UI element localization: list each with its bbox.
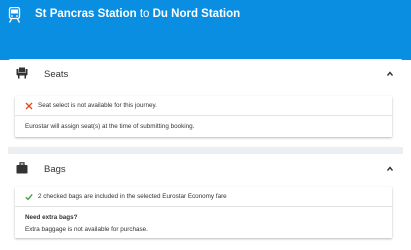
train-icon bbox=[8, 7, 21, 23]
seats-note: Eurostar will assign seat(s) at the time… bbox=[25, 123, 195, 130]
extra-bags-note: Extra baggage is not available for purch… bbox=[25, 226, 148, 233]
bags-title: Bags bbox=[44, 164, 66, 175]
destination-station: Du Nord Station bbox=[152, 8, 241, 20]
seats-status-text: Seat select is not available for this jo… bbox=[38, 102, 157, 109]
bags-status-row: 2 checked bags are included in the selec… bbox=[15, 187, 392, 207]
seats-info-card: Seat select is not available for this jo… bbox=[15, 96, 392, 137]
chevron-up-icon[interactable] bbox=[387, 166, 393, 172]
header-band bbox=[0, 30, 411, 60]
header: St Pancras Station to Du Nord Station bbox=[0, 0, 411, 30]
to-connector: to bbox=[139, 8, 150, 20]
extra-bags-title: Need extra bags? bbox=[25, 214, 78, 221]
seats-title: Seats bbox=[44, 69, 69, 80]
extras-panel: Seats Seat select is not available for t… bbox=[8, 59, 403, 250]
bags-info-card: 2 checked bags are included in the selec… bbox=[15, 187, 392, 238]
suitcase-icon bbox=[16, 162, 28, 174]
seats-section: Seats Seat select is not available for t… bbox=[8, 59, 403, 147]
cross-icon bbox=[25, 102, 33, 110]
bags-status-text: 2 checked bags are included in the selec… bbox=[38, 193, 227, 200]
bags-section-header[interactable]: Bags bbox=[8, 154, 403, 184]
origin-station: St Pancras Station bbox=[35, 8, 137, 20]
chevron-up-icon[interactable] bbox=[387, 71, 393, 77]
seats-status-row: Seat select is not available for this jo… bbox=[15, 96, 392, 116]
seats-section-header[interactable]: Seats bbox=[8, 59, 403, 89]
journey-title: St Pancras Station to Du Nord Station bbox=[35, 8, 240, 20]
seat-icon bbox=[16, 67, 28, 79]
check-icon bbox=[25, 193, 33, 201]
bags-section: Bags 2 checked bags are included in the … bbox=[8, 154, 403, 250]
